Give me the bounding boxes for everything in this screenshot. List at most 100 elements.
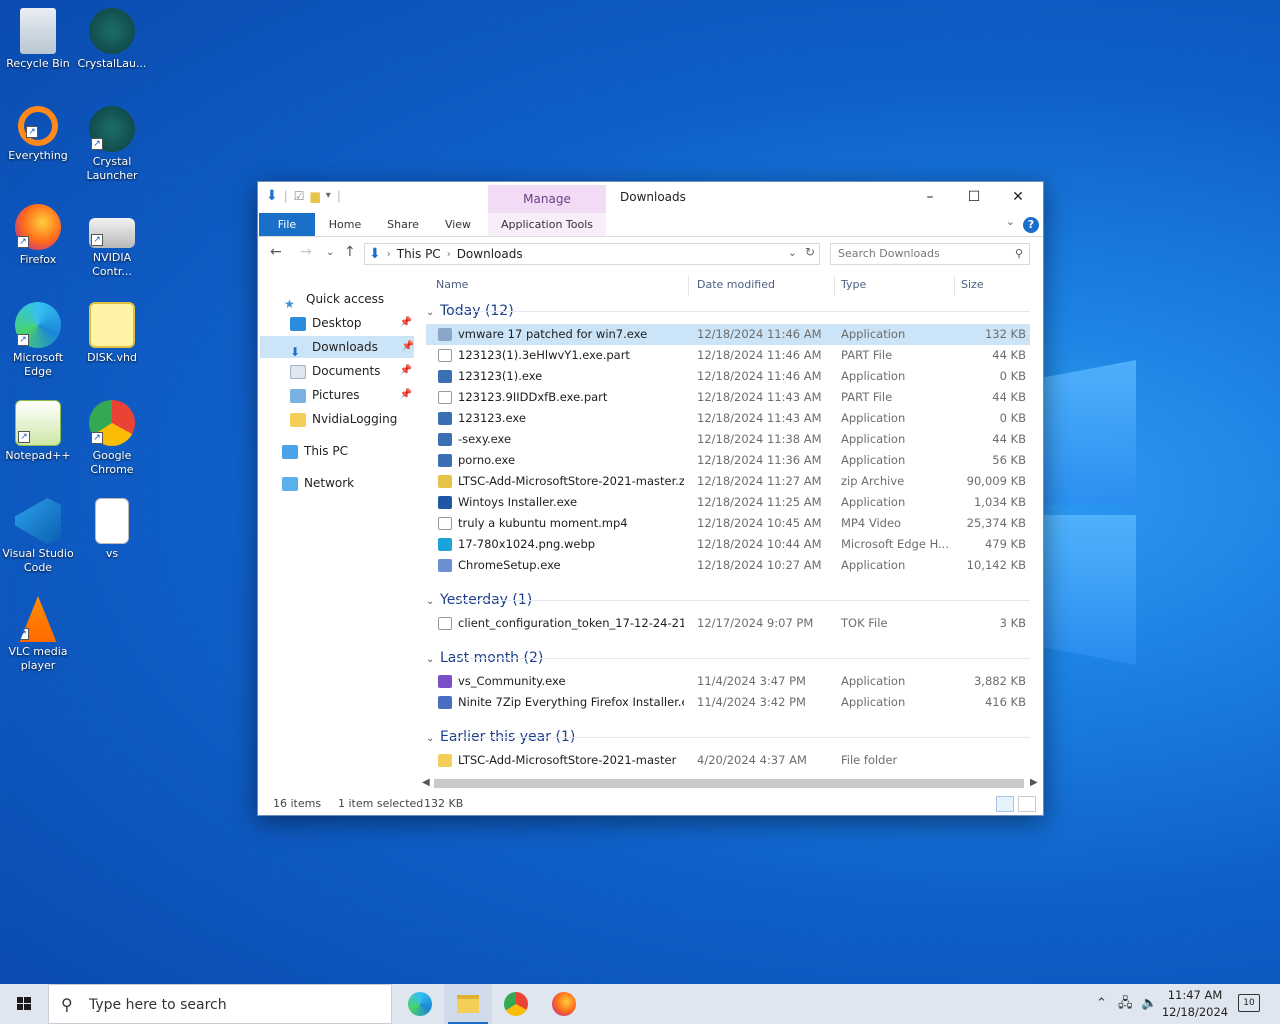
ribbon-expand-icon[interactable]: ⌄ xyxy=(1006,215,1015,228)
file-date: 12/18/2024 10:45 AM xyxy=(697,516,822,530)
file-row[interactable]: 123123(1).exe 12/18/2024 11:46 AM Applicat… xyxy=(426,366,1030,387)
desktop-icon-crystallauncher[interactable]: CrystalLau... xyxy=(76,8,148,71)
back-arrow-icon[interactable]: ← xyxy=(270,244,282,260)
file-row[interactable]: LTSC-Add-MicrosoftStore-2021-master.zip 1… xyxy=(426,471,1030,492)
show-hidden-icons-chevron[interactable]: ⌃ xyxy=(1096,984,1107,1024)
chrome-icon: ↗ xyxy=(89,400,135,446)
network-status-icon[interactable]: 🖧 xyxy=(1118,984,1133,1024)
start-button[interactable] xyxy=(0,984,48,1024)
file-row[interactable]: -sexy.exe 12/18/2024 11:38 AM Application 4… xyxy=(426,429,1030,450)
file-row[interactable]: porno.exe 12/18/2024 11:36 AM Application 5… xyxy=(426,450,1030,471)
help-icon[interactable]: ? xyxy=(1023,217,1039,233)
nav-quick-access[interactable]: ★ Quick access xyxy=(284,288,384,311)
desktop-icon-recycle-bin[interactable]: Recycle Bin xyxy=(2,8,74,71)
nav-pictures[interactable]: Pictures 📌 xyxy=(290,384,412,406)
new-folder-icon[interactable]: ▆ xyxy=(311,188,320,204)
collapse-group-icon[interactable]: ⌄ xyxy=(426,649,440,671)
minimize-button[interactable]: – xyxy=(908,184,952,210)
large-icons-view-button[interactable] xyxy=(1018,796,1036,812)
down-arrow-icon[interactable]: ⬇ xyxy=(266,188,278,204)
file-row[interactable]: client_configuration_token_17-12-24-21-.… xyxy=(426,613,1030,634)
taskbar-file-explorer[interactable] xyxy=(444,984,492,1024)
notification-center-icon[interactable]: 10 xyxy=(1238,994,1260,1012)
tab-application-tools[interactable]: Application Tools xyxy=(488,213,606,236)
nav-network[interactable]: Network xyxy=(282,472,354,494)
volume-muted-icon[interactable]: 🔈 xyxy=(1141,984,1157,1024)
tab-home[interactable]: Home xyxy=(320,213,370,236)
pin-icon: 📌 xyxy=(399,389,412,400)
file-row[interactable]: 17-780x1024.png.webp 12/18/2024 10:44 AM M… xyxy=(426,534,1030,555)
nav-downloads[interactable]: ⬇ Downloads 📌 xyxy=(260,336,414,359)
desktop-icon-nvidia[interactable]: ↗ NVIDIA Contr... xyxy=(76,204,148,279)
group-header-earlier[interactable]: ⌄ Earlier this year (1) xyxy=(426,726,1030,748)
breadcrumb-downloads[interactable]: Downloads xyxy=(457,247,523,261)
file-row[interactable]: 123123(1).3eHlwvY1.exe.part 12/18/2024 11… xyxy=(426,345,1030,366)
address-dropdown-icon[interactable]: ⌄ xyxy=(788,246,797,259)
tab-share[interactable]: Share xyxy=(378,213,428,236)
nav-desktop[interactable]: Desktop 📌 xyxy=(290,312,412,334)
customize-toolbar-icon[interactable]: ▾ xyxy=(326,188,331,204)
horizontal-scrollbar[interactable]: ◀ ▶ xyxy=(418,775,1040,791)
address-bar[interactable]: ⬇ › This PC › Downloads ⌄ ↻ xyxy=(364,243,820,265)
nav-this-pc[interactable]: This PC xyxy=(282,440,348,462)
recent-locations-icon[interactable]: ⌄ xyxy=(326,247,334,258)
system-clock[interactable]: 11:47 AM 12/18/2024 xyxy=(1158,987,1232,1021)
desktop-icon-vscode[interactable]: Visual Studio Code xyxy=(2,498,74,575)
desktop-icon-disk-vhd[interactable]: DISK.vhd xyxy=(76,302,148,365)
collapse-group-icon[interactable]: ⌄ xyxy=(426,302,440,324)
desktop-icon-firefox[interactable]: ↗ Firefox xyxy=(2,204,74,267)
tab-file[interactable]: File xyxy=(259,213,315,236)
file-row[interactable]: vs_Community.exe 11/4/2024 3:47 PM Applica… xyxy=(426,671,1030,692)
group-header-today[interactable]: ⌄ Today (12) xyxy=(426,300,1030,322)
column-header-size[interactable]: Size xyxy=(961,272,984,298)
column-header-name[interactable]: Name xyxy=(436,272,468,298)
file-row[interactable]: 123123.9IIDDxfB.exe.part 12/18/2024 11:43… xyxy=(426,387,1030,408)
details-view-button[interactable] xyxy=(996,796,1014,812)
manage-context-tab[interactable]: Manage xyxy=(488,185,606,213)
desktop-icon-vs[interactable]: vs xyxy=(76,498,148,561)
pin-icon: 📌 xyxy=(399,317,412,328)
maximize-button[interactable]: ☐ xyxy=(952,184,996,210)
taskbar-edge[interactable] xyxy=(396,984,444,1024)
column-header-date[interactable]: Date modified xyxy=(697,272,775,298)
forward-arrow-icon[interactable]: → xyxy=(300,244,312,260)
file-row[interactable]: 123123.exe 12/18/2024 11:43 AM Application… xyxy=(426,408,1030,429)
desktop-icon-edge[interactable]: ↗ Microsoft Edge xyxy=(2,302,74,379)
file-row[interactable]: Ninite 7Zip Everything Firefox Installer… xyxy=(426,692,1030,713)
collapse-group-icon[interactable]: ⌄ xyxy=(426,728,440,750)
column-header-type[interactable]: Type xyxy=(841,272,866,298)
desktop-icon-everything[interactable]: ↗ Everything xyxy=(2,106,74,163)
scroll-right-icon[interactable]: ▶ xyxy=(1030,775,1038,791)
taskbar-firefox[interactable] xyxy=(540,984,588,1024)
file-type: File folder xyxy=(841,753,898,767)
refresh-icon[interactable]: ↻ xyxy=(805,245,815,259)
file-name: 123123(1).3eHlwvY1.exe.part xyxy=(458,348,630,362)
nav-documents[interactable]: Documents 📌 xyxy=(290,360,412,382)
taskbar-chrome[interactable] xyxy=(492,984,540,1024)
scrollbar-thumb[interactable] xyxy=(434,779,1024,788)
file-date: 12/18/2024 11:43 AM xyxy=(697,411,822,425)
file-row[interactable]: ChromeSetup.exe 12/18/2024 10:27 AM Applic… xyxy=(426,555,1030,576)
desktop-icon-vlc[interactable]: ↗ VLC media player xyxy=(2,596,74,673)
scroll-left-icon[interactable]: ◀ xyxy=(422,775,430,791)
collapse-group-icon[interactable]: ⌄ xyxy=(426,591,440,613)
desktop-icon-chrome[interactable]: ↗ Google Chrome xyxy=(76,400,148,477)
properties-icon[interactable]: ☑ xyxy=(294,188,305,204)
file-row[interactable]: vmware 17 patched for win7.exe 12/18/2024… xyxy=(426,324,1030,345)
desktop-icon-notepadpp[interactable]: ↗ Notepad++ xyxy=(2,400,74,463)
edge-icon xyxy=(408,992,432,1016)
group-header-yesterday[interactable]: ⌄ Yesterday (1) xyxy=(426,589,1030,611)
file-row[interactable]: LTSC-Add-MicrosoftStore-2021-master 4/20/… xyxy=(426,750,1030,771)
group-header-last-month[interactable]: ⌄ Last month (2) xyxy=(426,647,1030,669)
desktop-icon-crystal-launcher[interactable]: ↗ Crystal Launcher xyxy=(76,106,148,183)
up-arrow-icon[interactable]: ↑ xyxy=(344,244,356,260)
file-row[interactable]: Wintoys Installer.exe 12/18/2024 11:25 AM… xyxy=(426,492,1030,513)
file-row[interactable]: truly a kubuntu moment.mp4 12/18/2024 10:… xyxy=(426,513,1030,534)
search-input[interactable]: Search Downloads ⚲ xyxy=(830,243,1030,265)
file-date: 12/18/2024 11:27 AM xyxy=(697,474,822,488)
tab-view[interactable]: View xyxy=(434,213,482,236)
close-button[interactable]: ✕ xyxy=(996,184,1040,210)
taskbar-search-box[interactable]: ⚲ Type here to search xyxy=(48,984,392,1024)
nav-nvidialogging[interactable]: NvidiaLogging xyxy=(290,408,397,430)
breadcrumb-this-pc[interactable]: This PC xyxy=(397,247,441,261)
